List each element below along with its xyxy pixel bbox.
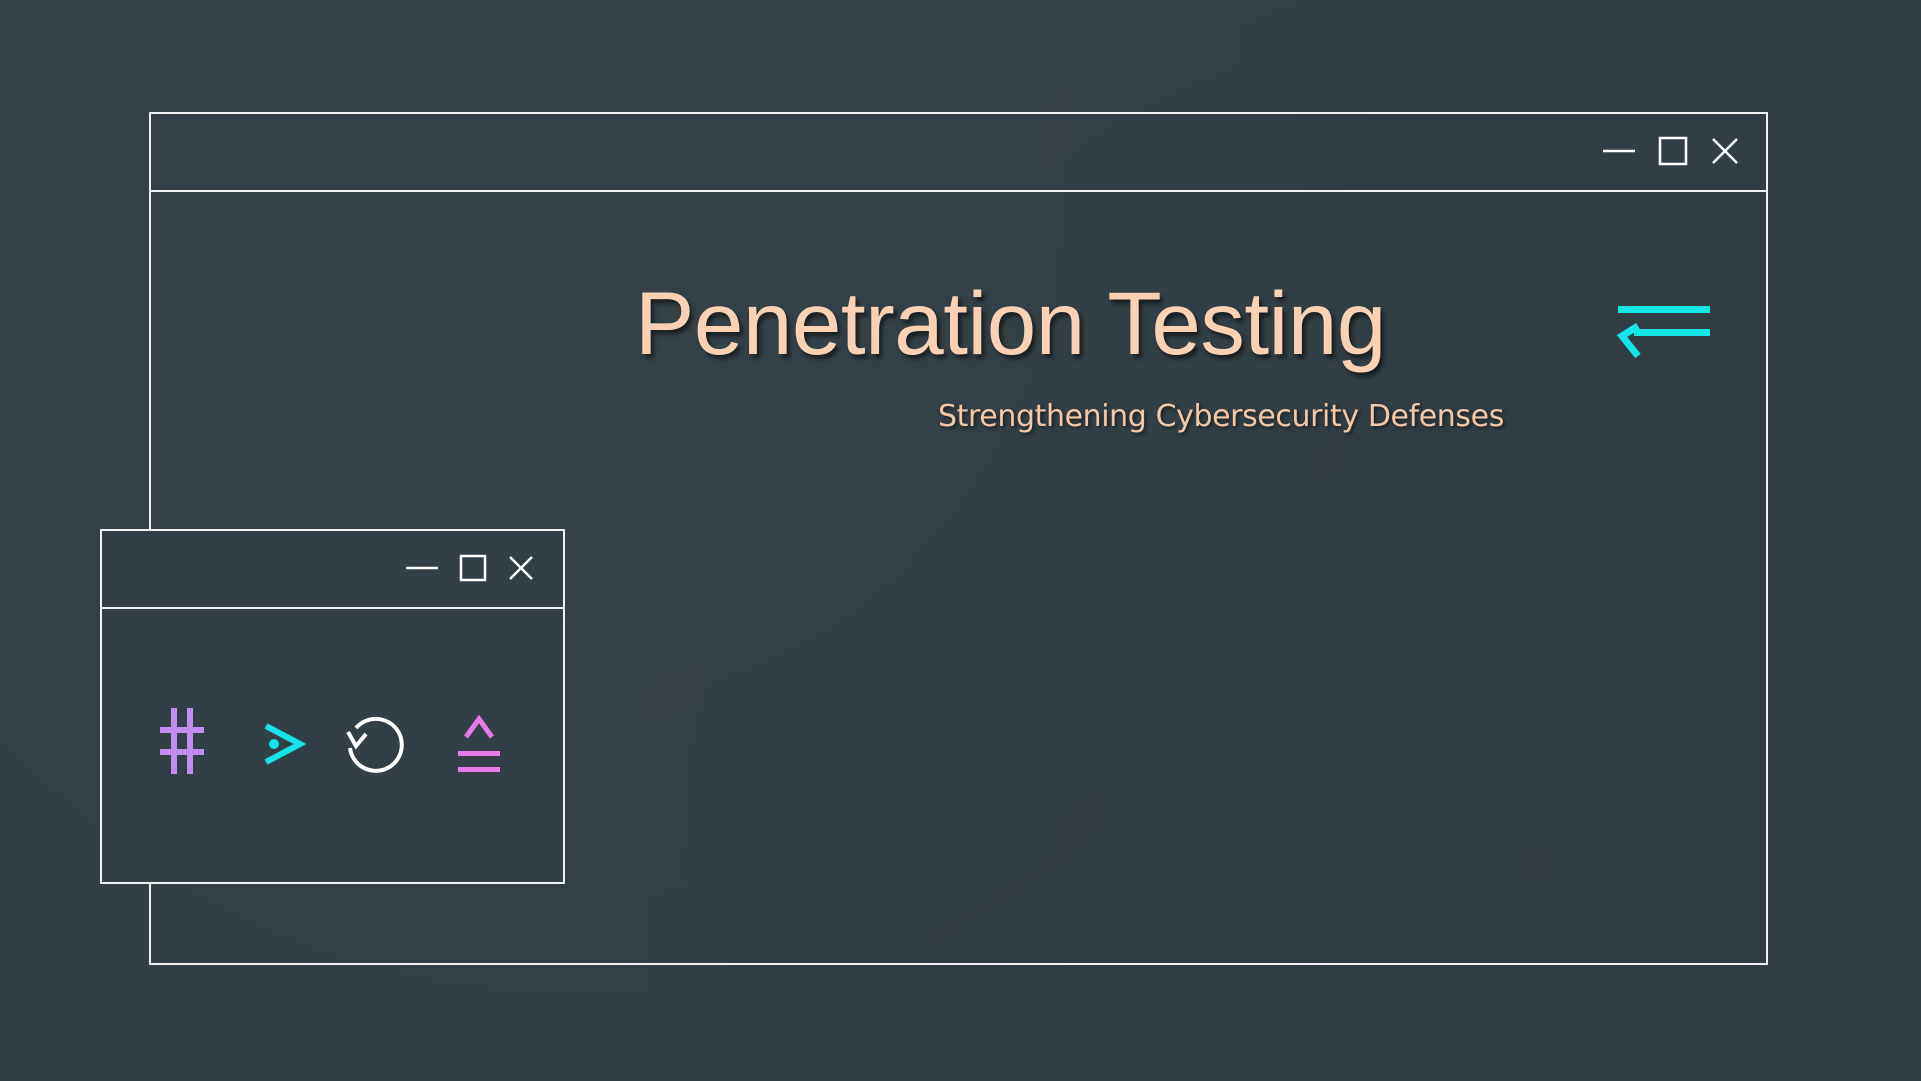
eject-icon[interactable] xyxy=(456,715,502,777)
maximize-icon[interactable] xyxy=(1658,136,1688,166)
tools-window-titlebar xyxy=(102,531,563,609)
terminal-prompt-icon[interactable] xyxy=(262,722,306,766)
swap-arrows-icon xyxy=(1616,306,1710,359)
close-icon[interactable] xyxy=(1710,136,1740,166)
hash-icon[interactable] xyxy=(158,706,206,776)
tools-window-controls xyxy=(405,551,535,585)
main-window-controls xyxy=(1602,134,1740,168)
refresh-icon[interactable] xyxy=(338,710,410,774)
main-window-titlebar xyxy=(151,114,1766,192)
tools-window xyxy=(100,529,565,884)
minimize-icon[interactable] xyxy=(405,551,439,585)
close-icon[interactable] xyxy=(507,554,535,582)
page-title: Penetration Testing xyxy=(635,273,1386,373)
maximize-icon[interactable] xyxy=(459,554,487,582)
page-subtitle: Strengthening Cybersecurity Defenses xyxy=(938,399,1504,434)
tools-toolbar xyxy=(102,609,563,882)
minimize-icon[interactable] xyxy=(1602,134,1636,168)
